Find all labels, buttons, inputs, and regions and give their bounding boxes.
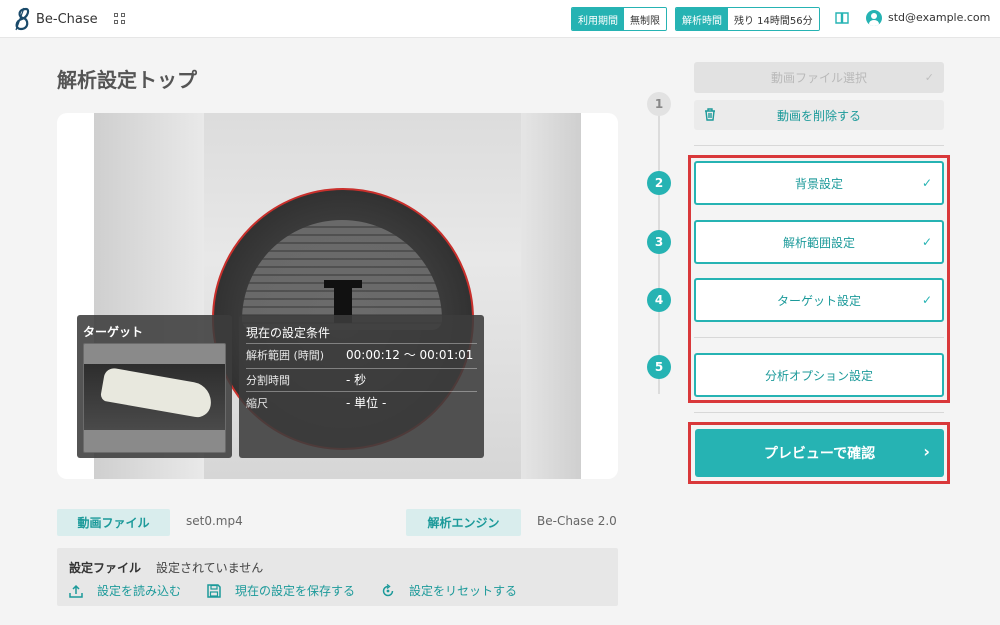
step-divider [694,412,944,413]
preview-confirm-label: プレビューで確認 [763,446,876,462]
page-title: 解析設定トップ [57,68,197,92]
video-preview-card: ターゲット 現在の設定条件 解析範囲 (時間) 00:00:12 〜 00:01… [57,113,618,479]
condition-row: 解析範囲 (時間) 00:00:12 〜 00:01:01 [246,343,477,365]
steps-highlight-box [688,155,950,403]
settings-file-status: 設定されていません [156,561,264,575]
analysis-engine-value: Be-Chase 2.0 [537,514,617,528]
condition-value: - 秒 [346,373,367,387]
select-video-file-button[interactable]: 動画ファイル選択 ✓ [694,62,944,93]
logo[interactable]: Be-Chase [12,7,98,31]
delete-video-button[interactable]: 動画を削除する [694,100,944,130]
target-title: ターゲット [83,325,144,339]
top-bar: Be-Chase 利用期間 無制限 解析時間 残り 14時間56分 std@ex… [0,0,1000,38]
user-avatar-icon[interactable] [866,10,882,26]
reset-icon [382,583,394,596]
video-file-label: 動画ファイル [57,509,170,536]
check-icon: ✓ [924,71,934,84]
step-number-2: 2 [647,171,671,195]
logo-mark-icon [15,7,30,31]
analysis-engine-label: 解析エンジン [406,509,521,536]
manual-book-icon[interactable] [835,11,849,25]
video-file-name: set0.mp4 [186,514,243,528]
target-panel: ターゲット [77,315,232,458]
current-conditions-panel: 現在の設定条件 解析範囲 (時間) 00:00:12 〜 00:01:01 分割… [239,315,484,458]
condition-label: 分割時間 [246,373,290,387]
settings-file-title: 設定ファイル [69,561,142,575]
usage-period-value: 無制限 [624,8,666,30]
settings-file-panel: 設定ファイル 設定されていません 設定を読み込む 現在の設定を保存する 設定をリ… [57,548,618,606]
logo-text: Be-Chase [36,11,98,27]
condition-value: 00:00:12 〜 00:01:01 [346,348,474,362]
target-thumbnail [83,343,226,453]
analysis-time-badge: 解析時間 残り 14時間56分 [675,7,820,31]
step-number-1: 1 [647,92,671,116]
save-disk-icon [207,583,221,598]
load-settings-button[interactable]: 設定を読み込む [69,582,181,599]
condition-label: 縮尺 [246,396,268,410]
step-divider [694,145,944,146]
chevron-right-icon: › [923,442,930,461]
upload-icon [69,584,83,598]
trash-icon [705,108,715,121]
analysis-time-value: 残り 14時間56分 [728,8,819,30]
user-email[interactable]: std@example.com [888,11,990,24]
step-number-5: 5 [647,355,671,379]
reset-settings-button[interactable]: 設定をリセットする [381,582,517,599]
condition-row: 縮尺 - 単位 - [246,391,477,413]
conditions-title: 現在の設定条件 [246,326,331,340]
condition-value: - 単位 - [346,396,387,410]
reset-settings-label: 設定をリセットする [409,584,518,598]
app-grid-icon[interactable] [114,13,125,24]
analysis-time-label: 解析時間 [676,8,728,30]
step-number-3: 3 [647,230,671,254]
step-number-4: 4 [647,288,671,312]
save-settings-button[interactable]: 現在の設定を保存する [207,582,355,599]
preview-confirm-button[interactable]: プレビューで確認 › [695,429,944,477]
select-video-file-label: 動画ファイル選択 [770,71,867,85]
usage-period-badge: 利用期間 無制限 [571,7,667,31]
condition-row: 分割時間 - 秒 [246,368,477,390]
usage-period-label: 利用期間 [572,8,624,30]
delete-video-label: 動画を削除する [776,108,861,123]
save-settings-label: 現在の設定を保存する [235,584,356,598]
load-settings-label: 設定を読み込む [97,584,182,598]
condition-label: 解析範囲 (時間) [246,348,325,362]
